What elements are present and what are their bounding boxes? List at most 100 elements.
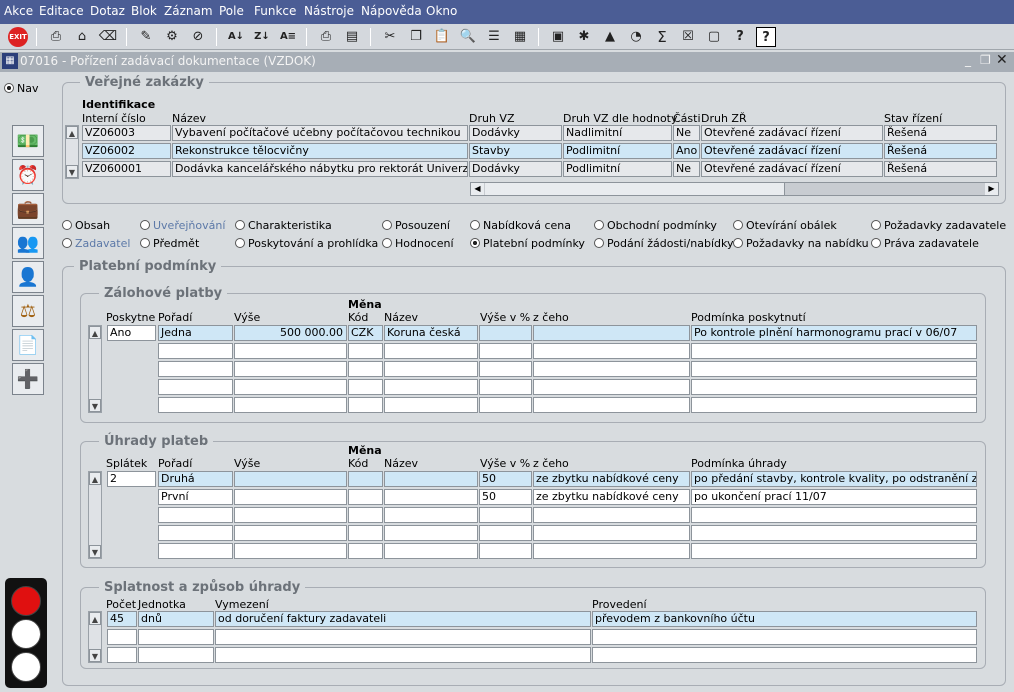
menu-akce[interactable]: Akce (4, 4, 33, 18)
empty-cell[interactable] (479, 379, 532, 395)
sum-icon[interactable]: Σ (652, 27, 672, 47)
empty-cell[interactable] (215, 629, 591, 645)
cell-druh[interactable]: Stavby (469, 143, 562, 159)
scales-icon[interactable]: ⚖ (12, 295, 44, 327)
star-icon[interactable]: ✱ (574, 27, 594, 47)
empty-cell[interactable] (384, 379, 478, 395)
empty-cell[interactable] (533, 525, 690, 541)
sort-asc-icon[interactable]: A↓ (226, 27, 246, 47)
scroll-up-icon[interactable]: ▲ (89, 472, 101, 485)
cell-nazev[interactable]: Vybavení počítačové učebny počítačovou t… (172, 125, 468, 141)
tab-posouzeni[interactable]: Posouzení (382, 219, 450, 232)
cell-pocet[interactable]: 45 (107, 611, 137, 627)
empty-cell[interactable] (215, 647, 591, 663)
menu-blok[interactable]: Blok (131, 4, 157, 18)
cell-druh-zr[interactable]: Otevřené zadávací řízení (701, 125, 883, 141)
cell-vyse-pct[interactable] (479, 325, 532, 341)
splatnost-scrollbar[interactable]: ▲ ▼ (88, 611, 102, 663)
menu-nastroje[interactable]: Nástroje (304, 4, 354, 18)
exit-icon[interactable]: EXIT (8, 27, 28, 47)
cell-z-ceho[interactable]: ze zbytku nabídkové ceny (533, 489, 690, 505)
tab-obchodni[interactable]: Obchodní podmínky (594, 219, 717, 232)
empty-cell[interactable] (384, 361, 478, 377)
empty-cell[interactable] (348, 343, 383, 359)
restore-icon[interactable]: ❐ (980, 53, 991, 67)
empty-cell[interactable] (348, 543, 383, 559)
printer-icon[interactable]: ⎙ (316, 27, 336, 47)
money-icon[interactable]: 💵 (12, 125, 44, 157)
alarm-clock-icon[interactable]: ⏰ (12, 159, 44, 191)
empty-cell[interactable] (158, 379, 233, 395)
erase-icon[interactable]: ⌫ (98, 27, 118, 47)
cell-interni[interactable]: VZ06003 (82, 125, 171, 141)
empty-cell[interactable] (691, 543, 977, 559)
empty-cell[interactable] (234, 361, 347, 377)
tab-poskytovani[interactable]: Poskytování a prohlídka (235, 237, 378, 250)
cell-interni[interactable]: VZ06002 (82, 143, 171, 159)
vz-horizontal-scrollbar[interactable]: ◀ ▶ (470, 182, 999, 196)
cell-casti[interactable]: Ne (673, 125, 700, 141)
cell-druh[interactable]: Dodávky (469, 125, 562, 141)
empty-cell[interactable] (158, 507, 233, 523)
empty-cell[interactable] (533, 343, 690, 359)
cell-nazev[interactable] (384, 471, 478, 487)
empty-cell[interactable] (107, 647, 137, 663)
cell-kod[interactable] (348, 489, 383, 505)
empty-cell[interactable] (533, 379, 690, 395)
empty-cell[interactable] (592, 647, 977, 663)
scroll-right-icon[interactable]: ▶ (985, 183, 998, 195)
tab-podani[interactable]: Podání žádosti/nabídky (594, 237, 733, 250)
empty-cell[interactable] (107, 629, 137, 645)
cell-vyse[interactable]: 500 000.00 (234, 325, 347, 341)
empty-cell[interactable] (234, 397, 347, 413)
tab-uverejnovani[interactable]: Uveřejňování (140, 219, 225, 232)
tab-prava[interactable]: Práva zadavatele (871, 237, 979, 250)
empty-cell[interactable] (384, 343, 478, 359)
scroll-down-icon[interactable]: ▼ (89, 649, 101, 662)
cell-druh-zr[interactable]: Otevřené zadávací řízení (701, 161, 883, 177)
scroll-up-icon[interactable]: ▲ (66, 126, 78, 139)
empty-cell[interactable] (348, 525, 383, 541)
empty-cell[interactable] (533, 543, 690, 559)
cell-kod[interactable] (348, 471, 383, 487)
cell-druh-hod[interactable]: Podlimitní (563, 143, 672, 159)
cancel-query-icon[interactable]: ⊘ (188, 27, 208, 47)
cell-casti[interactable]: Ano (673, 143, 700, 159)
query-icon[interactable]: ✎ (136, 27, 156, 47)
cell-nazev[interactable]: Dodávka kancelářského nábytku pro rektor… (172, 161, 468, 177)
cell-druh-hod[interactable]: Podlimitní (563, 161, 672, 177)
empty-cell[interactable] (158, 525, 233, 541)
empty-cell[interactable] (348, 397, 383, 413)
nav-radio[interactable]: Nav (4, 82, 38, 95)
empty-cell[interactable] (158, 343, 233, 359)
empty-cell[interactable] (533, 507, 690, 523)
context-help-icon[interactable]: ? (756, 27, 776, 47)
tab-charakteristika[interactable]: Charakteristika (235, 219, 332, 232)
tab-pozadavky-zadavatele[interactable]: Požadavky zadavatele (871, 219, 1006, 232)
scroll-down-icon[interactable]: ▼ (66, 165, 78, 178)
tab-obsah[interactable]: Obsah (62, 219, 110, 232)
empty-cell[interactable] (138, 647, 214, 663)
empty-cell[interactable] (479, 507, 532, 523)
cell-stav[interactable]: Řešená (884, 143, 997, 159)
cell-interni[interactable]: VZ060001 (82, 161, 171, 177)
empty-cell[interactable] (691, 507, 977, 523)
tab-pozadavky-nabidka[interactable]: Požadavky na nabídku (733, 237, 869, 250)
scroll-left-icon[interactable]: ◀ (471, 183, 484, 195)
cell-druh-zr[interactable]: Otevřené zadávací řízení (701, 143, 883, 159)
checkbox-icon[interactable]: ☒ (678, 27, 698, 47)
cell-vymezeni[interactable]: od doručení faktury zadavateli (215, 611, 591, 627)
cell-kod[interactable]: CZK (348, 325, 383, 341)
empty-cell[interactable] (691, 343, 977, 359)
empty-cell[interactable] (384, 543, 478, 559)
menu-dotaz[interactable]: Dotaz (90, 4, 125, 18)
triangle-icon[interactable]: ▲ (600, 27, 620, 47)
empty-cell[interactable] (348, 361, 383, 377)
cell-provedeni[interactable]: převodem z bankovního účtu (592, 611, 977, 627)
vz-scrollbar[interactable]: ▲ ▼ (65, 125, 79, 179)
person-icon[interactable]: 👤 (12, 261, 44, 293)
cell-podminka[interactable]: po předání stavby, kontrole kvality, po … (691, 471, 977, 487)
print-setup-icon[interactable]: ▤ (342, 27, 362, 47)
menu-zaznam[interactable]: Záznam (164, 4, 213, 18)
empty-cell[interactable] (234, 543, 347, 559)
